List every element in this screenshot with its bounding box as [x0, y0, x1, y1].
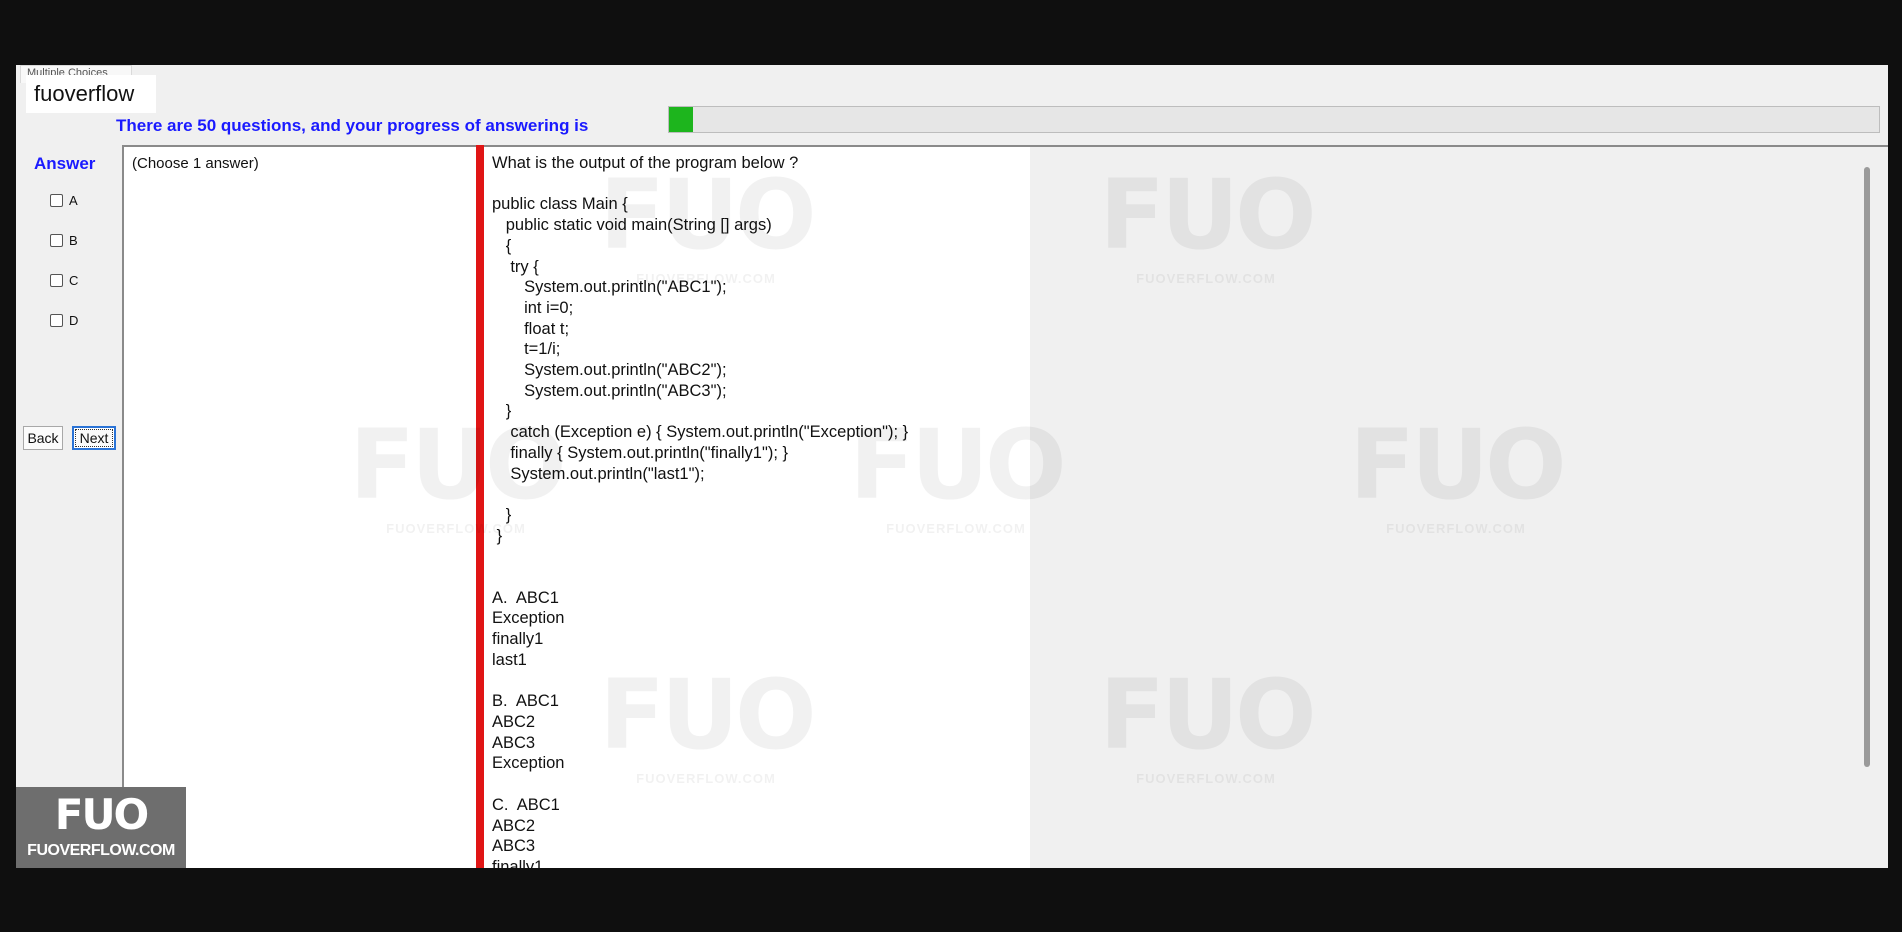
answer-option-label: A	[69, 192, 78, 208]
logo-mark: FUO	[54, 790, 150, 839]
answer-option-label: D	[69, 312, 79, 328]
answer-option-d[interactable]: D	[50, 311, 78, 329]
quiz-app-window: Multiple Choices fuoverflow There are 50…	[16, 65, 1888, 868]
fuoverflow-logo: FUO FUOVERFLOW.COM	[16, 787, 186, 868]
answer-instruction-panel: (Choose 1 answer)	[122, 145, 492, 868]
brand-label: fuoverflow	[26, 75, 156, 113]
question-content-box: What is the output of the program below …	[484, 145, 1030, 868]
next-button[interactable]: Next	[72, 426, 116, 450]
checkbox-d[interactable]	[50, 313, 63, 327]
logo-site: FUOVERFLOW.COM	[27, 842, 175, 859]
answer-option-label: B	[69, 232, 78, 248]
back-button[interactable]: Back	[23, 426, 63, 450]
answer-option-c[interactable]: C	[50, 271, 78, 289]
choose-instruction: (Choose 1 answer)	[132, 155, 259, 172]
answer-option-a[interactable]: A	[50, 191, 78, 209]
progress-bar	[668, 106, 1880, 133]
answer-heading: Answer	[34, 154, 96, 173]
answer-option-label: C	[69, 272, 79, 288]
progress-bar-fill	[669, 107, 694, 132]
checkbox-c[interactable]	[50, 273, 63, 287]
answer-option-b[interactable]: B	[50, 231, 78, 249]
panel-splitter[interactable]	[476, 145, 484, 868]
checkbox-a[interactable]	[50, 193, 63, 207]
tab-strip: Multiple Choices	[16, 65, 1888, 85]
vertical-scrollbar[interactable]	[1864, 167, 1870, 767]
checkbox-b[interactable]	[50, 233, 63, 247]
progress-text: There are 50 questions, and your progres…	[116, 116, 589, 135]
question-text: What is the output of the program below …	[492, 154, 909, 868]
right-blank-area	[1030, 145, 1888, 868]
